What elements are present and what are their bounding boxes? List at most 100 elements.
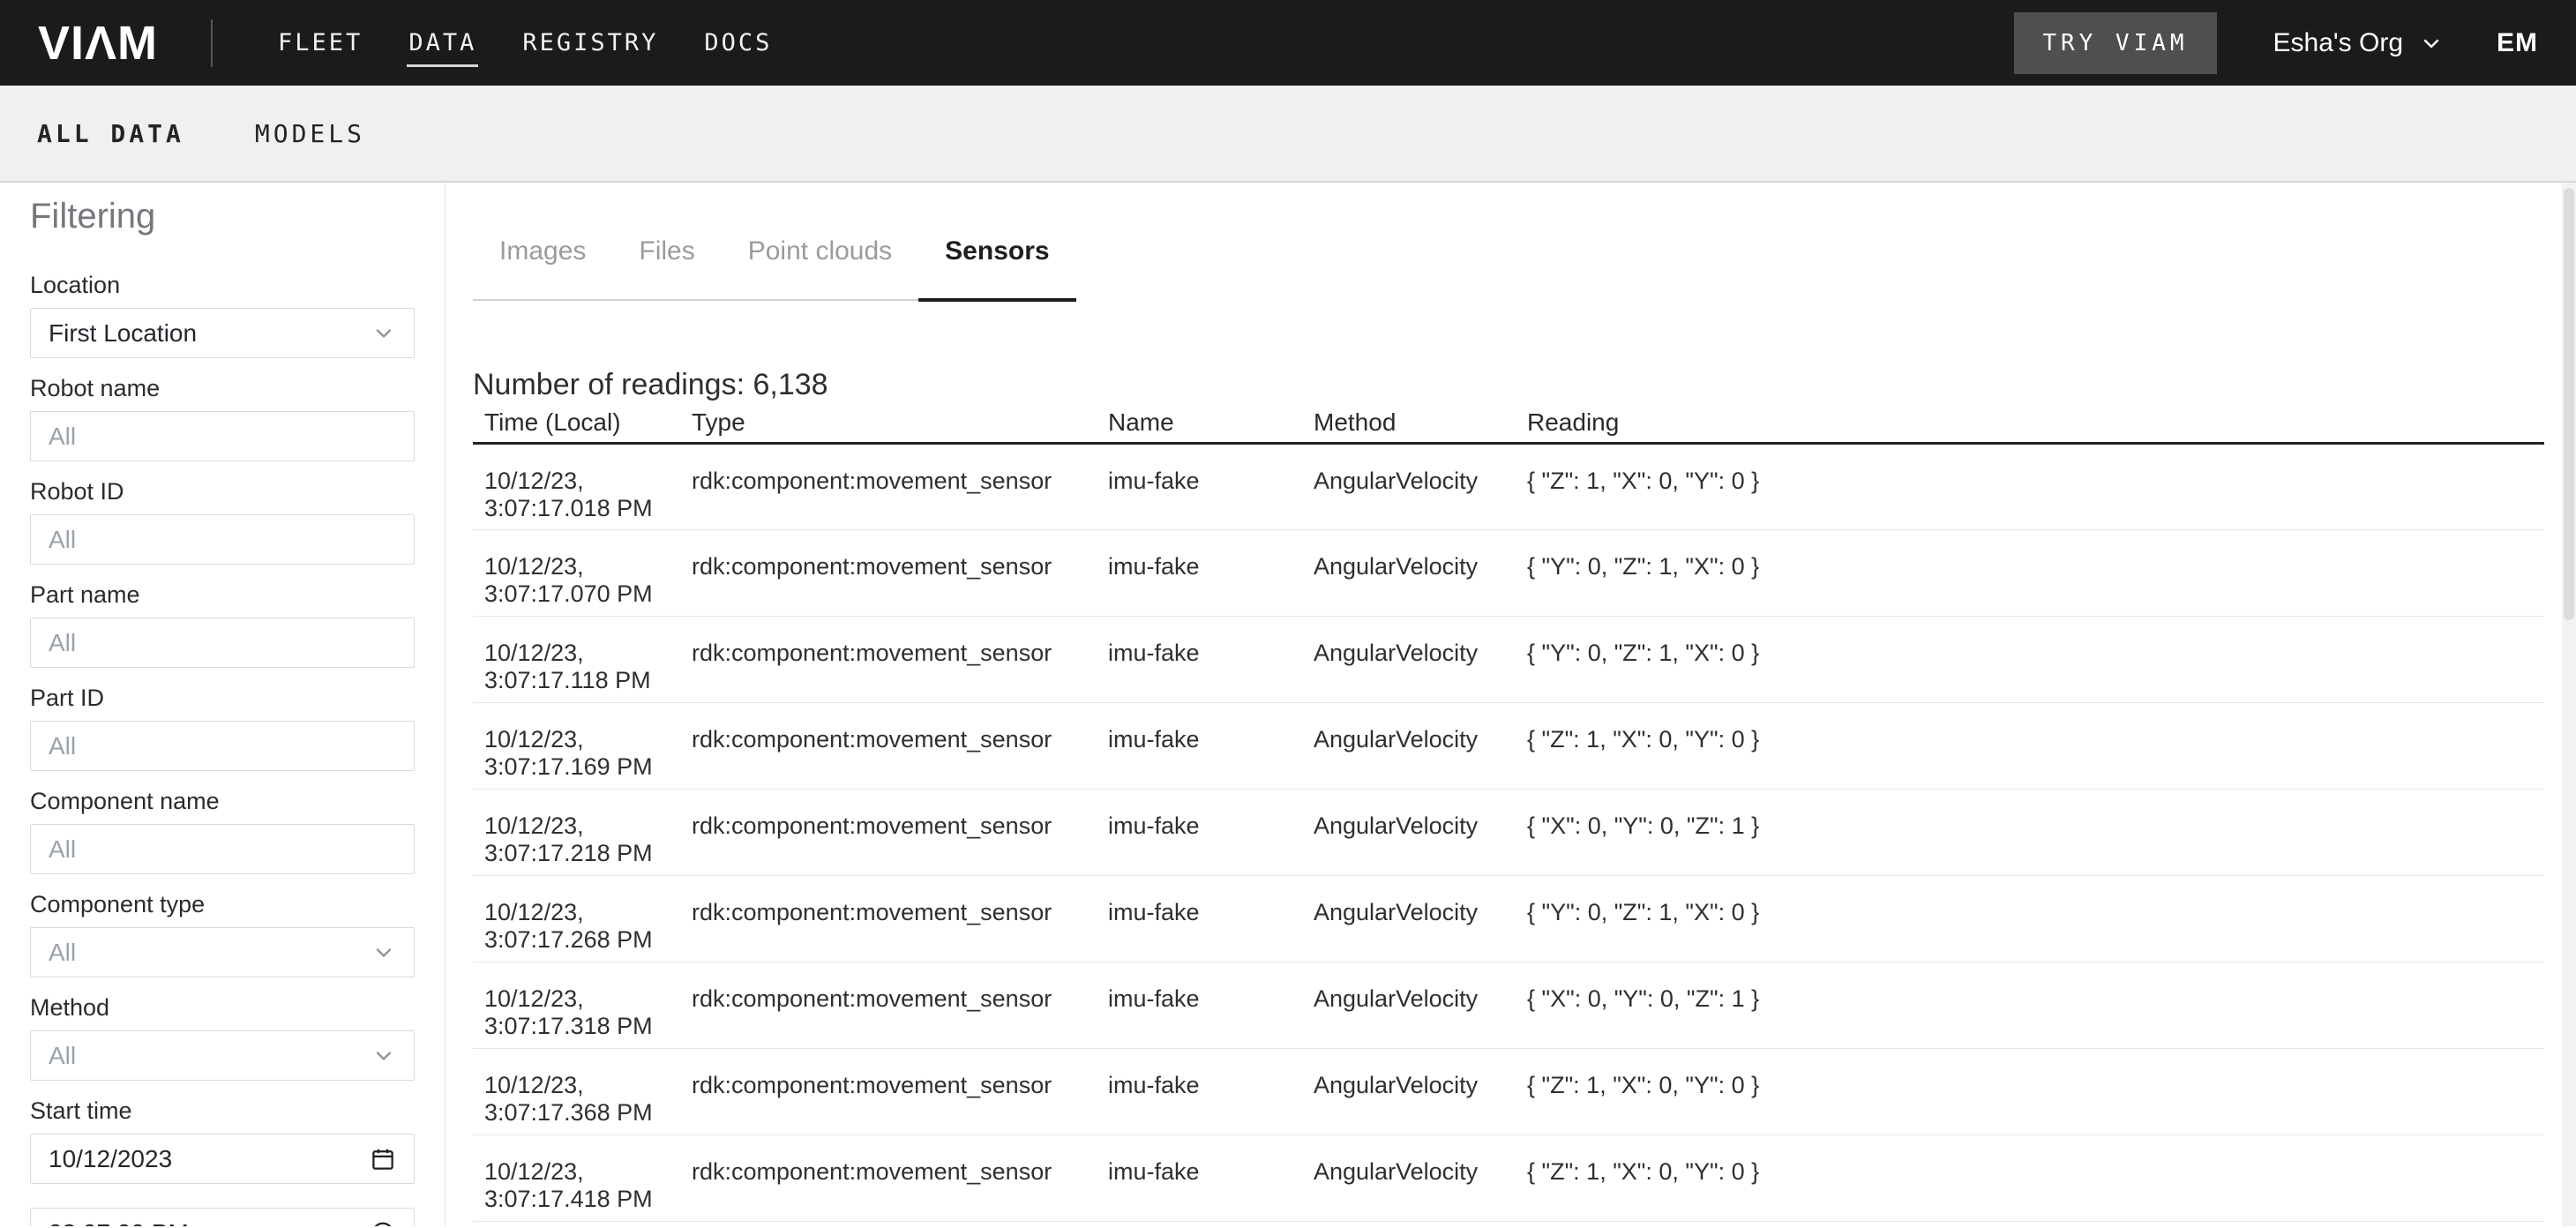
cell-time: 10/12/23,3:07:17.368 PM	[473, 1049, 692, 1135]
column-header-time: Time (Local)	[473, 410, 692, 444]
table-row: 10/12/23,3:07:17.368 PM rdk:component:mo…	[473, 1049, 2544, 1135]
location-select[interactable]: First Location	[30, 308, 415, 358]
nav-item-fleet[interactable]: FLEET	[278, 0, 363, 86]
start-date-input[interactable]: 10/12/2023	[30, 1134, 415, 1184]
column-header-type: Type	[692, 410, 1108, 444]
field-method: Method All	[30, 995, 415, 1081]
robot-id-label: Robot ID	[30, 479, 415, 504]
cell-type: rdk:component:movement_sensor	[692, 530, 1108, 617]
table-row: 10/12/23,3:07:17.070 PM rdk:component:mo…	[473, 530, 2544, 617]
start-time-value: 03:07:00 PM	[49, 1219, 370, 1227]
cell-type: rdk:component:movement_sensor	[692, 1135, 1108, 1222]
tab-sensors[interactable]: Sensors	[918, 236, 1075, 302]
page-scrollbar-thumb[interactable]	[2564, 188, 2574, 620]
chevron-down-icon	[371, 940, 396, 965]
part-id-label: Part ID	[30, 685, 415, 710]
tab-point-clouds[interactable]: Point clouds	[722, 236, 918, 299]
cell-reading: { "Z": 1, "X": 0, "Y": 0 }	[1527, 703, 2544, 790]
tab-files[interactable]: Files	[612, 236, 721, 299]
method-label: Method	[30, 995, 415, 1020]
org-selector[interactable]: Esha's Org	[2273, 28, 2442, 58]
cell-name: imu-fake	[1108, 876, 1314, 962]
cell-time: 10/12/23,3:07:17.218 PM	[473, 790, 692, 876]
cell-time: 10/12/23,3:07:17.018 PM	[473, 444, 692, 530]
method-select[interactable]: All	[30, 1030, 415, 1081]
cell-name: imu-fake	[1108, 1049, 1314, 1135]
nav-item-registry[interactable]: REGISTRY	[522, 0, 658, 86]
cell-time: 10/12/23,3:07:17.118 PM	[473, 617, 692, 703]
table-row: 10/12/23,3:07:17.169 PM rdk:component:mo…	[473, 703, 2544, 790]
field-robot-id: Robot ID	[30, 479, 415, 565]
location-value: First Location	[49, 319, 371, 348]
chevron-down-icon	[371, 321, 396, 346]
field-start-time: Start time 10/12/2023	[30, 1098, 415, 1184]
top-nav: VIΛM FLEET DATA REGISTRY DOCS TRY VIAM E…	[0, 0, 2576, 86]
tab-images[interactable]: Images	[473, 236, 612, 299]
cell-reading: { "X": 0, "Y": 0, "Z": 1 }	[1527, 962, 2544, 1049]
cell-name: imu-fake	[1108, 703, 1314, 790]
filtering-title: Filtering	[30, 195, 415, 237]
nav-item-data[interactable]: DATA	[408, 0, 476, 86]
cell-time: 10/12/23,3:07:17.268 PM	[473, 876, 692, 962]
field-robot-name: Robot name	[30, 376, 415, 461]
tab-models[interactable]: MODELS	[255, 119, 365, 148]
table-row: 10/12/23,3:07:17.268 PM rdk:component:mo…	[473, 876, 2544, 962]
user-avatar[interactable]: EM	[2497, 28, 2538, 58]
part-name-input[interactable]	[30, 618, 415, 668]
nav-divider	[211, 19, 213, 67]
try-viam-button[interactable]: TRY VIAM	[2014, 12, 2216, 74]
cell-method: AngularVelocity	[1314, 703, 1527, 790]
cell-time: 10/12/23,3:07:17.169 PM	[473, 703, 692, 790]
column-header-reading: Reading	[1527, 410, 2544, 444]
robot-id-input[interactable]	[30, 514, 415, 565]
component-name-input[interactable]	[30, 824, 415, 874]
sensors-panel: Images Files Point clouds Sensors Number…	[446, 183, 2576, 1226]
component-type-select[interactable]: All	[30, 927, 415, 977]
cell-reading: { "Z": 1, "X": 0, "Y": 0 }	[1527, 1049, 2544, 1135]
cell-method: AngularVelocity	[1314, 617, 1527, 703]
cell-type: rdk:component:movement_sensor	[692, 703, 1108, 790]
field-component-name: Component name	[30, 789, 415, 874]
cell-type: rdk:component:movement_sensor	[692, 790, 1108, 876]
component-type-label: Component type	[30, 892, 415, 917]
viam-logo[interactable]: VIΛM	[38, 16, 158, 71]
org-name: Esha's Org	[2273, 28, 2403, 58]
column-header-method: Method	[1314, 410, 1527, 444]
field-location: Location First Location	[30, 273, 415, 358]
tab-all-data[interactable]: ALL DATA	[37, 119, 184, 148]
clock-icon[interactable]	[370, 1220, 396, 1227]
start-time-input[interactable]: 03:07:00 PM	[30, 1208, 415, 1226]
cell-type: rdk:component:movement_sensor	[692, 876, 1108, 962]
nav-item-docs[interactable]: DOCS	[704, 0, 772, 86]
cell-method: AngularVelocity	[1314, 530, 1527, 617]
cell-reading: { "Y": 0, "Z": 1, "X": 0 }	[1527, 617, 2544, 703]
cell-time: 10/12/23,3:07:17.418 PM	[473, 1135, 692, 1222]
cell-method: AngularVelocity	[1314, 1135, 1527, 1222]
cell-reading: { "Y": 0, "Z": 1, "X": 0 }	[1527, 530, 2544, 617]
cell-reading: { "X": 0, "Y": 0, "Z": 1 }	[1527, 790, 2544, 876]
readings-count: Number of readings: 6,138	[473, 366, 2576, 403]
table-header-row: Time (Local) Type Name Method Reading	[473, 410, 2544, 444]
table-row: 10/12/23,3:07:17.118 PM rdk:component:mo…	[473, 617, 2544, 703]
robot-name-input[interactable]	[30, 411, 415, 461]
cell-name: imu-fake	[1108, 1135, 1314, 1222]
cell-type: rdk:component:movement_sensor	[692, 962, 1108, 1049]
cell-name: imu-fake	[1108, 962, 1314, 1049]
cell-method: AngularVelocity	[1314, 962, 1527, 1049]
content-area: Filtering Location First Location Robot …	[0, 183, 2576, 1226]
chevron-down-icon	[371, 1044, 396, 1068]
part-name-label: Part name	[30, 582, 415, 607]
cell-method: AngularVelocity	[1314, 444, 1527, 530]
cell-name: imu-fake	[1108, 444, 1314, 530]
page-scrollbar-track[interactable]	[2562, 183, 2576, 1226]
start-date-value: 10/12/2023	[49, 1145, 370, 1173]
table-row: 10/12/23,3:07:17.018 PM rdk:component:mo…	[473, 444, 2544, 530]
location-label: Location	[30, 273, 415, 297]
cell-time: 10/12/23,3:07:17.070 PM	[473, 530, 692, 617]
field-part-id: Part ID	[30, 685, 415, 771]
cell-time: 10/12/23,3:07:17.318 PM	[473, 962, 692, 1049]
calendar-icon[interactable]	[370, 1146, 396, 1172]
cell-name: imu-fake	[1108, 617, 1314, 703]
filtering-sidebar: Filtering Location First Location Robot …	[0, 183, 446, 1226]
part-id-input[interactable]	[30, 721, 415, 771]
